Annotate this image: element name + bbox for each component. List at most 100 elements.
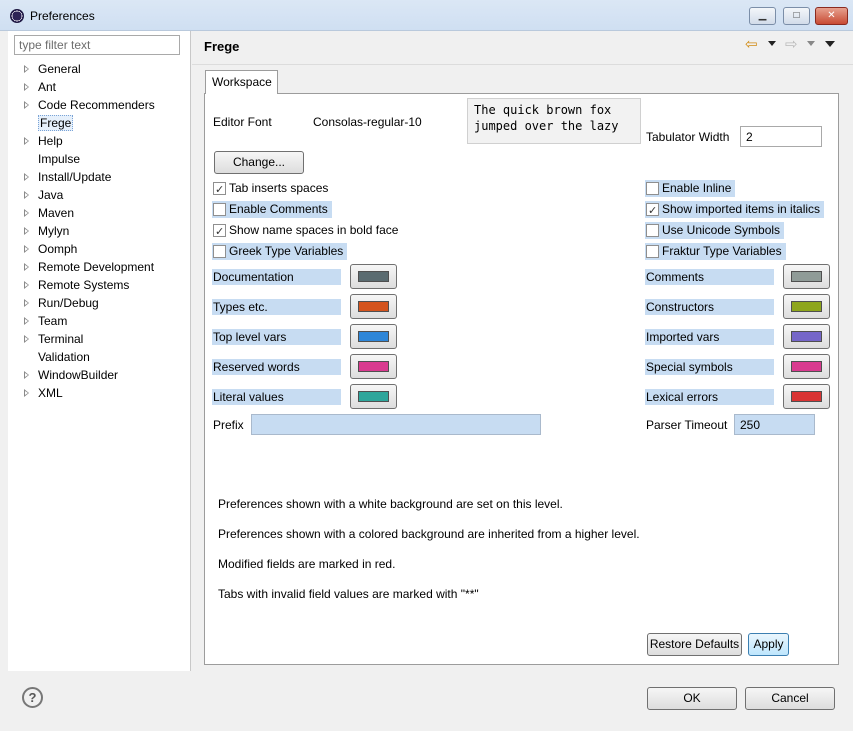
color-swatch (358, 361, 389, 372)
tree-item-label: Maven (38, 206, 75, 220)
filter-input[interactable] (14, 35, 180, 55)
checkbox-unchecked-icon[interactable] (646, 245, 659, 258)
color-picker-button[interactable] (350, 384, 397, 409)
color-picker-button[interactable] (350, 264, 397, 289)
color-picker-button[interactable] (350, 294, 397, 319)
forward-history-dropdown-icon[interactable] (807, 41, 815, 46)
tab-width-label: Tabulator Width (646, 130, 730, 144)
back-arrow-icon[interactable]: ⇦ (745, 37, 763, 53)
tree-item[interactable]: Help (22, 132, 188, 150)
expand-chevron-icon[interactable] (24, 371, 29, 379)
back-history-dropdown-icon[interactable] (768, 41, 776, 46)
color-picker-button[interactable] (350, 354, 397, 379)
tree-item-label: Remote Systems (38, 278, 130, 292)
expand-chevron-icon[interactable] (24, 245, 29, 253)
expand-chevron-icon[interactable] (24, 317, 29, 325)
tree-item-label: Java (38, 188, 64, 202)
checkbox-label: Fraktur Type Variables (662, 244, 782, 258)
checkbox-row[interactable]: Fraktur Type Variables (645, 243, 786, 260)
prefix-input[interactable] (251, 414, 541, 435)
expand-chevron-icon[interactable] (24, 263, 29, 271)
color-picker-button[interactable] (783, 294, 830, 319)
expand-chevron-icon[interactable] (24, 335, 29, 343)
color-picker-button[interactable] (783, 264, 830, 289)
tree-item[interactable]: Install/Update (22, 168, 188, 186)
maximize-button[interactable]: □ (783, 7, 810, 25)
tree-item-label: Mylyn (38, 224, 70, 238)
checkbox-row[interactable]: Enable Inline (645, 180, 736, 197)
close-button[interactable]: ✕ (815, 7, 848, 25)
tree-item[interactable]: WindowBuilder (22, 366, 188, 384)
tree-item[interactable]: Code Recommenders (22, 96, 188, 114)
tree-item-label: Run/Debug (38, 296, 99, 310)
tree-item[interactable]: Maven (22, 204, 188, 222)
checkbox-checked-icon[interactable] (213, 181, 226, 198)
checkbox-unchecked-icon[interactable] (213, 203, 226, 216)
tab-workspace[interactable]: Workspace (205, 70, 278, 94)
tree-item[interactable]: Validation (22, 348, 188, 366)
tree-item[interactable]: Java (22, 186, 188, 204)
expand-chevron-icon[interactable] (24, 65, 29, 73)
info-invalid: Tabs with invalid field values are marke… (218, 587, 479, 601)
tree-item[interactable]: Frege (22, 114, 188, 132)
expand-chevron-icon[interactable] (24, 137, 29, 145)
tree-item[interactable]: Ant (22, 78, 188, 96)
color-swatch (791, 301, 822, 312)
expand-chevron-icon[interactable] (24, 389, 29, 397)
tree-item[interactable]: Remote Systems (22, 276, 188, 294)
tree-item[interactable]: Remote Development (22, 258, 188, 276)
checkbox-row[interactable]: Use Unicode Symbols (645, 222, 785, 239)
cancel-button[interactable]: Cancel (745, 687, 835, 710)
checkbox-unchecked-icon[interactable] (213, 245, 226, 258)
color-picker-button[interactable] (783, 354, 830, 379)
expand-chevron-icon[interactable] (24, 299, 29, 307)
parser-timeout-input[interactable] (734, 414, 815, 435)
checkbox-row[interactable]: Enable Comments (212, 201, 332, 218)
tree-item[interactable]: Mylyn (22, 222, 188, 240)
restore-defaults-button[interactable]: Restore Defaults (647, 633, 742, 656)
checkbox-checked-icon[interactable] (646, 202, 659, 219)
editor-font-value: Consolas-regular-10 (313, 115, 422, 129)
view-menu-icon[interactable] (825, 41, 835, 47)
tree-item-label: Ant (38, 80, 57, 94)
color-swatch (791, 361, 822, 372)
checkbox-row[interactable]: Show name spaces in bold face (212, 222, 402, 240)
expand-chevron-icon[interactable] (24, 209, 29, 217)
tree-item[interactable]: General (22, 60, 188, 78)
expand-chevron-icon[interactable] (24, 191, 29, 199)
expand-chevron-icon[interactable] (24, 227, 29, 235)
tree-item[interactable]: Run/Debug (22, 294, 188, 312)
color-swatch (791, 331, 822, 342)
tree-item[interactable]: Team (22, 312, 188, 330)
minimize-button[interactable]: ▁ (749, 7, 776, 25)
color-picker-button[interactable] (783, 324, 830, 349)
color-picker-button[interactable] (350, 324, 397, 349)
close-icon: ✕ (827, 10, 836, 21)
info-white-bg: Preferences shown with a white backgroun… (218, 497, 563, 511)
ok-button[interactable]: OK (647, 687, 737, 710)
checkbox-row[interactable]: Show imported items in italics (645, 201, 825, 219)
tree-item[interactable]: XML (22, 384, 188, 402)
checkbox-unchecked-icon[interactable] (646, 224, 659, 237)
tab-width-input[interactable] (740, 126, 822, 147)
expand-chevron-icon[interactable] (24, 83, 29, 91)
tree-item-label: Impulse (38, 152, 81, 166)
tree-item-label: WindowBuilder (38, 368, 119, 382)
checkbox-label: Use Unicode Symbols (662, 223, 781, 237)
expand-chevron-icon[interactable] (24, 101, 29, 109)
checkbox-row[interactable]: Greek Type Variables (212, 243, 348, 260)
forward-arrow-icon[interactable]: ⇨ (785, 37, 803, 53)
change-font-button[interactable]: Change... (214, 151, 304, 174)
expand-chevron-icon[interactable] (24, 173, 29, 181)
question-icon[interactable]: ? (22, 687, 43, 708)
checkbox-unchecked-icon[interactable] (646, 182, 659, 195)
checkbox-row[interactable]: Tab inserts spaces (212, 180, 332, 198)
tree-item[interactable]: Terminal (22, 330, 188, 348)
color-picker-button[interactable] (783, 384, 830, 409)
tree-item[interactable]: Impulse (22, 150, 188, 168)
tree-item[interactable]: Oomph (22, 240, 188, 258)
color-swatch (358, 301, 389, 312)
expand-chevron-icon[interactable] (24, 281, 29, 289)
checkbox-checked-icon[interactable] (213, 223, 226, 240)
apply-button[interactable]: Apply (748, 633, 789, 656)
